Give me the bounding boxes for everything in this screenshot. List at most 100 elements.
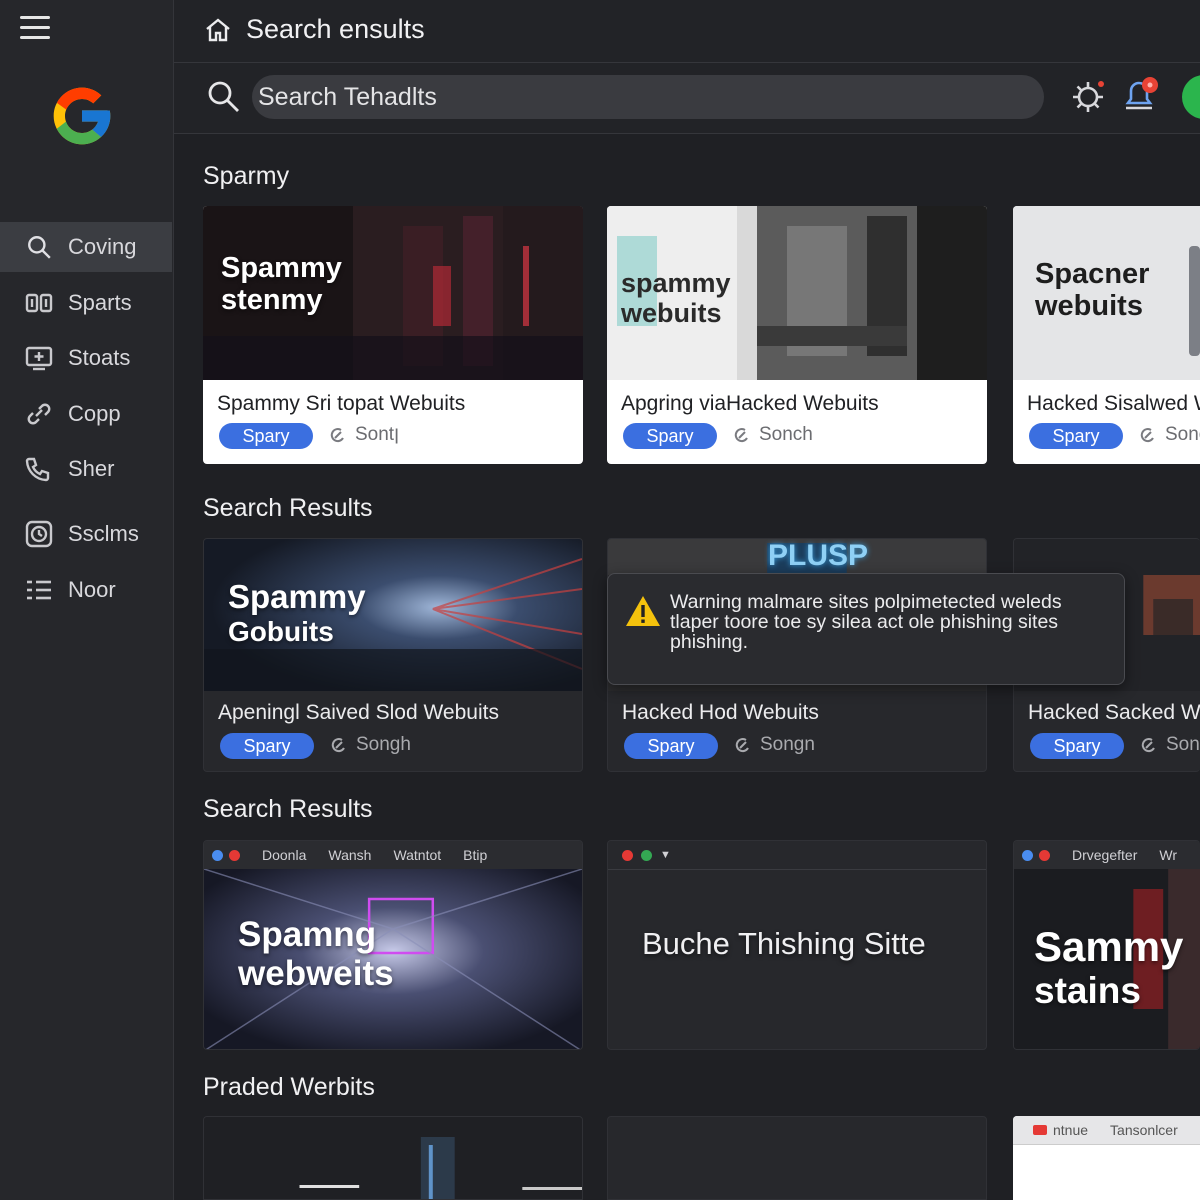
thumbnail-headline: Buche Thishing Sitte <box>642 926 926 961</box>
card-thumbnail <box>204 1117 582 1199</box>
browser-frame-bar: Doonla Wansh Watntot Btip <box>204 841 582 870</box>
google-logo-icon <box>53 87 111 145</box>
sidebar-item-label: Noor <box>68 577 116 602</box>
category-chip[interactable]: Spary <box>1030 733 1124 759</box>
chevron-down-icon[interactable]: ▼ <box>660 849 671 861</box>
video-icon <box>1033 1125 1047 1135</box>
thumbnail-headline: Spammy <box>221 252 342 284</box>
card-meta-text: Songh <box>356 734 411 755</box>
browser-frame-bar: Drvegefter Wr <box>1014 841 1200 870</box>
thumbnail-headline: webuits <box>621 298 722 329</box>
globe-icon <box>1022 849 1033 861</box>
card-title[interactable]: Apeningl Saived Slod Webuits <box>218 701 499 725</box>
thumbnail-headline: webuits <box>1035 290 1143 323</box>
browser-frame-bar: ntnue Tansonlcer <box>1013 1116 1200 1145</box>
result-card[interactable]: Spammy stenmy Spammy Sri topat Webuits S… <box>203 206 583 464</box>
link-icon <box>1141 738 1155 753</box>
link-icon <box>1140 428 1154 443</box>
stats-icon <box>24 343 54 373</box>
hamburger-menu-icon[interactable] <box>20 16 50 40</box>
site-preview-card[interactable]: Drvegefter Wr Sammy stains <box>1013 840 1200 1050</box>
sidebar: Coving Sparts Stoats Copp Sher Ssclms No… <box>0 0 174 1200</box>
result-card[interactable]: spammy webuits Apgring viaHacked Webuits… <box>607 206 987 464</box>
warning-message: Warning malmare sites polpimetected wele… <box>670 591 1062 653</box>
thumbnail-headline: Spacner <box>1035 258 1150 290</box>
link-icon <box>331 738 345 753</box>
sidebar-item-copp[interactable]: Copp <box>0 389 172 439</box>
link-icon <box>734 428 748 443</box>
thumbnail-headline: stenmy <box>221 284 323 317</box>
sidebar-item-label: Coving <box>68 234 137 259</box>
notification-bell-icon[interactable] <box>1120 75 1162 115</box>
browser-tab[interactable]: Btip <box>463 847 487 863</box>
heart-icon <box>622 849 633 861</box>
search-bar <box>174 63 1200 134</box>
search-input[interactable] <box>252 75 1044 119</box>
section-title: Sparmy <box>203 162 290 190</box>
result-card[interactable]: Spammy Gobuits Apeningl Saived Slod Webu… <box>203 538 583 772</box>
browser-tab[interactable]: ntnue <box>1053 1122 1088 1138</box>
browser-frame-bar: ▼ <box>608 841 986 870</box>
heart-icon <box>229 849 240 861</box>
sidebar-item-label: Stoats <box>68 345 131 370</box>
card-title[interactable]: Hacked Sacked Webuits <box>1028 701 1200 725</box>
card-title[interactable]: Apgring viaHacked Webuits <box>621 392 879 416</box>
clock-icon <box>24 519 54 549</box>
sidebar-item-sher[interactable]: Sher <box>0 444 172 494</box>
sports-icon <box>24 288 54 318</box>
search-icon <box>24 232 54 262</box>
site-preview-card[interactable]: Doonla Wansh Watntot Btip Spamng webweit… <box>203 840 583 1050</box>
browser-tab[interactable]: Doonla <box>262 847 306 863</box>
avatar[interactable] <box>1182 75 1200 119</box>
sidebar-item-ssclms[interactable]: Ssclms <box>0 509 172 559</box>
site-preview-card[interactable] <box>203 1116 583 1200</box>
section-title: Search Results <box>203 494 373 522</box>
category-chip[interactable]: Spary <box>220 733 314 759</box>
card-meta: Songn <box>1140 734 1200 756</box>
phone-icon <box>24 454 54 484</box>
site-preview-card[interactable] <box>607 1116 987 1200</box>
category-chip[interactable]: Spary <box>624 733 718 759</box>
thumbnail-headline: PLUSP <box>768 539 869 572</box>
section-title: Search Results <box>203 795 373 823</box>
card-meta-text: Sontן <box>355 424 400 445</box>
sidebar-item-stoats[interactable]: Stoats <box>0 333 172 383</box>
settings-icon[interactable] <box>1068 77 1108 117</box>
browser-tab[interactable]: Tansonlcer <box>1110 1122 1178 1138</box>
card-title[interactable]: Spammy Sri topat Webuits <box>217 392 465 416</box>
card-meta: Sonch <box>1139 424 1200 446</box>
sidebar-item-noor[interactable]: Noor <box>0 565 172 615</box>
browser-tab[interactable]: Wr <box>1159 847 1177 863</box>
browser-tab[interactable]: Wansh <box>328 847 371 863</box>
card-meta-text: Songn <box>760 734 815 755</box>
category-chip[interactable]: Spary <box>219 423 313 449</box>
heart-icon <box>641 849 652 861</box>
result-card[interactable]: Spacner webuits Hacked Sisalwed Webuits … <box>1013 206 1200 464</box>
card-meta: Sonch <box>733 424 813 446</box>
card-title[interactable]: Hacked Hod Webuits <box>622 701 819 725</box>
card-meta-text: Sonch <box>1165 424 1200 445</box>
sidebar-item-sparts[interactable]: Sparts <box>0 278 172 328</box>
site-preview-card[interactable]: ▼ Buche Thishing Sitte <box>607 840 987 1050</box>
card-title[interactable]: Hacked Sisalwed Webuits <box>1027 392 1200 416</box>
search-icon[interactable] <box>206 79 242 115</box>
sidebar-item-label: Ssclms <box>68 521 139 546</box>
card-meta-text: Sonch <box>759 424 813 445</box>
home-icon[interactable] <box>204 16 232 44</box>
category-chip[interactable]: Spary <box>1029 423 1123 449</box>
browser-tab[interactable]: Drvegefter <box>1072 847 1137 863</box>
link-icon <box>24 399 54 429</box>
site-preview-card[interactable]: ntnue Tansonlcer <box>1013 1116 1200 1200</box>
page-title: Search ensults <box>246 14 425 44</box>
card-meta: Songh <box>330 734 411 756</box>
thumbnail-headline: Spammy <box>228 578 366 615</box>
card-meta: Songn <box>734 734 815 756</box>
browser-tab[interactable]: Watntot <box>393 847 441 863</box>
sidebar-item-label: Sparts <box>68 290 132 315</box>
sidebar-item-coving[interactable]: Coving <box>0 222 172 272</box>
sidebar-item-label: Copp <box>68 401 121 426</box>
globe-icon <box>212 849 223 861</box>
category-chip[interactable]: Spary <box>623 423 717 449</box>
warning-icon <box>626 596 660 626</box>
thumbnail-headline: Spamng <box>238 915 377 954</box>
